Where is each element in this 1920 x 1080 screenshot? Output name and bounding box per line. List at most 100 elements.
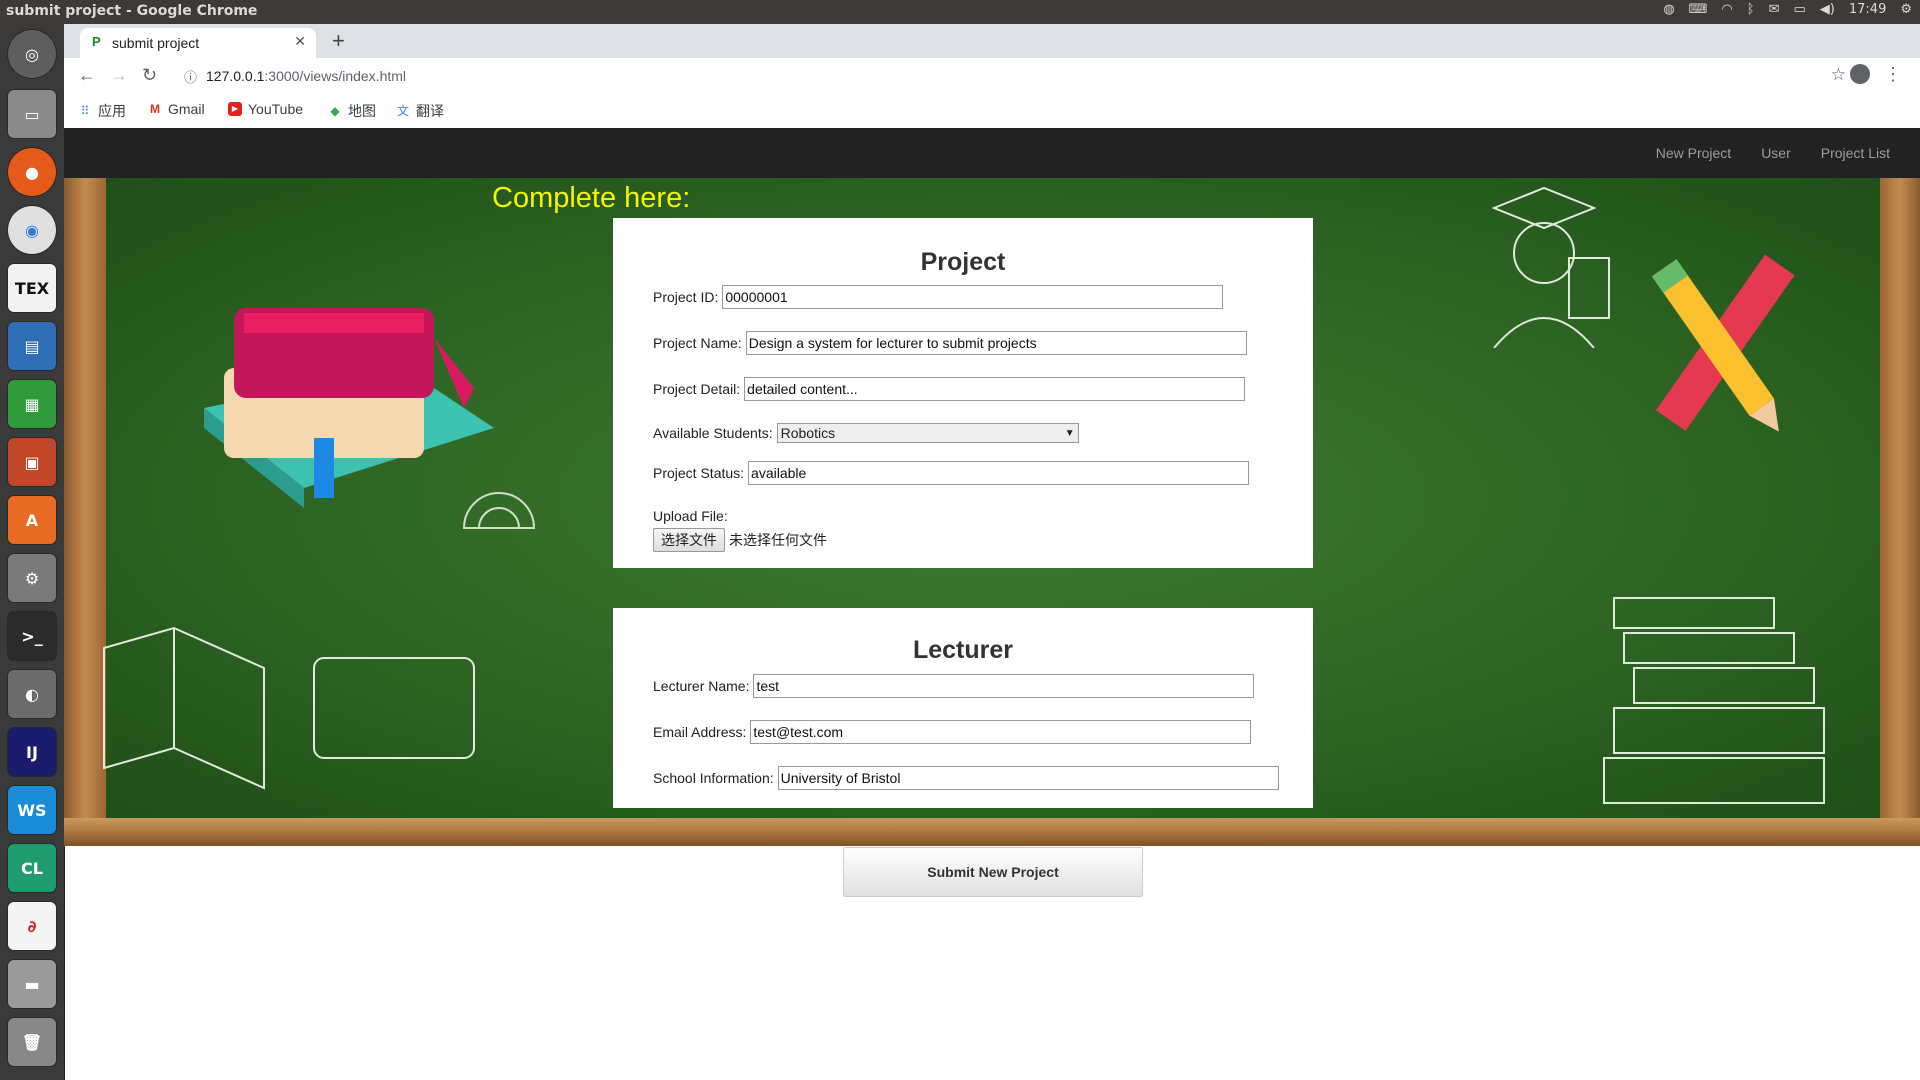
os-top-panel: submit project - Google Chrome ◍ ⌨ ◠ ᛒ ✉… (0, 0, 1920, 24)
address-bar[interactable]: ⓘ 127.0.0.1:3000/views/index.html ☆ (178, 62, 1858, 90)
lecturer-name-row: Lecturer Name: (653, 674, 1255, 698)
book-stack-illustration (1603, 597, 1825, 804)
clock[interactable]: 17:49 (1849, 2, 1886, 17)
system-settings-icon[interactable]: ⚙ (8, 554, 56, 602)
browser-tab[interactable]: P submit project ✕ (80, 28, 316, 58)
tab-close-icon[interactable]: ✕ (294, 33, 306, 50)
submit-new-project-button[interactable]: Submit New Project (843, 847, 1143, 897)
back-arrow-icon[interactable]: ← (78, 65, 96, 86)
url-path: :3000/views/index.html (264, 68, 407, 84)
maps-icon: ◆ (330, 104, 340, 118)
project-name-input[interactable] (745, 331, 1247, 355)
software-center-icon[interactable]: A (8, 496, 56, 544)
email-address-label: Email Address: (653, 724, 747, 740)
lecturer-name-input[interactable] (753, 674, 1255, 698)
impress-icon[interactable]: ▣ (8, 438, 56, 486)
board-ledge (64, 818, 1920, 846)
settings-gear-icon[interactable]: ⚙ (1900, 2, 1912, 17)
browser-toolbar: ← → ↻ ⓘ 127.0.0.1:3000/views/index.html … (64, 58, 1920, 94)
translate-icon: 文 (396, 104, 409, 118)
lecturer-name-label: Lecturer Name: (653, 678, 750, 694)
file-picker-row: 选择文件 未选择任何文件 (653, 528, 827, 552)
clion-icon[interactable]: CL (8, 844, 56, 892)
project-id-input[interactable] (722, 285, 1224, 309)
available-students-label: Available Students: (653, 425, 773, 441)
chrome-icon[interactable]: ◉ (8, 206, 56, 254)
bookmark-star-icon[interactable]: ☆ (1831, 65, 1846, 85)
no-file-text: 未选择任何文件 (729, 533, 827, 549)
intellij-icon[interactable]: IJ (8, 728, 56, 776)
reload-icon[interactable]: ↻ (142, 65, 157, 86)
board-frame-right (1880, 178, 1920, 846)
battery-icon[interactable]: ▭ (1794, 2, 1806, 17)
url-text: 127.0.0.1:3000/views/index.html (206, 68, 406, 84)
document-viewer-icon[interactable]: ∂ (8, 902, 56, 950)
upload-file-label: Upload File: (653, 508, 728, 524)
trash-icon[interactable]: 🗑 (8, 1018, 56, 1066)
account-avatar-icon[interactable] (1850, 64, 1870, 84)
project-detail-input[interactable] (744, 377, 1246, 401)
sketched-books-illustration (103, 626, 475, 790)
disk-icon[interactable]: ▬ (8, 960, 56, 1008)
volume-icon[interactable]: ◀) (1820, 2, 1835, 17)
wifi-icon[interactable]: ◠ (1721, 2, 1732, 17)
firefox-icon[interactable]: ● (8, 148, 56, 196)
terminal-icon[interactable]: >_ (8, 612, 56, 660)
choose-file-button[interactable]: 选择文件 (653, 528, 725, 552)
calc-icon[interactable]: ▦ (8, 380, 56, 428)
school-info-label: School Information: (653, 770, 774, 786)
web-page: New Project User Project List Complete h… (64, 128, 1920, 1080)
apps-grid-icon: ⠿ (80, 104, 90, 118)
nav-link-new-project[interactable]: New Project (1656, 145, 1731, 161)
graduate-illustration (1491, 186, 1610, 348)
project-detail-row: Project Detail: (653, 377, 1246, 401)
files-icon[interactable]: ▭ (8, 90, 56, 138)
bookmark-label: 翻译 (416, 103, 444, 119)
available-students-row: Available Students: Robotics ▼ (653, 423, 1079, 443)
bookmark-gmail[interactable]: M Gmail (148, 101, 205, 117)
kebab-menu-icon[interactable]: ⋮ (1884, 64, 1902, 85)
bookmark-youtube[interactable]: ▶ YouTube (228, 101, 303, 117)
nav-link-project-list[interactable]: Project List (1821, 145, 1890, 161)
youtube-icon: ▶ (228, 102, 242, 116)
window-title: submit project - Google Chrome (6, 3, 258, 19)
new-tab-button[interactable]: + (332, 28, 345, 54)
project-status-row: Project Status: (653, 461, 1250, 485)
bluetooth-icon[interactable]: ᛒ (1747, 2, 1755, 17)
school-info-input[interactable] (777, 766, 1279, 790)
writer-icon[interactable]: ▤ (8, 322, 56, 370)
bookmark-label: 应用 (98, 103, 126, 119)
tab-strip: P submit project ✕ + (64, 24, 1920, 58)
bookmark-apps[interactable]: ⠿ 应用 (78, 101, 126, 121)
url-host: 127.0.0.1 (206, 68, 265, 84)
page-heading: Complete here: (492, 182, 691, 214)
network-status-icon[interactable]: ◍ (1663, 2, 1674, 17)
bookmark-maps[interactable]: ◆ 地图 (328, 101, 376, 121)
pencil-ruler-illustration (1651, 254, 1795, 432)
webstorm-icon[interactable]: WS (8, 786, 56, 834)
project-id-row: Project ID: (653, 285, 1224, 309)
mail-icon[interactable]: ✉ (1769, 2, 1780, 17)
app-launcher: ◎ ▭ ● ◉ TEX ▤ ▦ ▣ A ⚙ >_ ◐ IJ WS CL ∂ ▬ … (0, 24, 65, 1080)
school-info-row: School Information: (653, 766, 1279, 790)
keyboard-icon[interactable]: ⌨ (1689, 2, 1708, 17)
site-info-icon[interactable]: ⓘ (184, 67, 197, 86)
available-students-select[interactable]: Robotics ▼ (776, 423, 1079, 443)
tab-favicon: P (92, 34, 101, 49)
bookmark-translate[interactable]: 文翻译 (396, 101, 444, 121)
project-status-input[interactable] (748, 461, 1250, 485)
lecturer-card: Lecturer Lecturer Name: Email Address: S… (613, 608, 1313, 808)
forward-arrow-icon[interactable]: → (110, 65, 128, 86)
bookmark-label: YouTube (248, 101, 304, 117)
system-tray: ◍ ⌨ ◠ ᛒ ✉ ▭ ◀) 17:49 ⚙ (1663, 2, 1912, 17)
texmaker-icon[interactable]: TEX (8, 264, 56, 312)
bookmark-label: Gmail (168, 101, 205, 117)
gimp-icon[interactable]: ◐ (8, 670, 56, 718)
ubuntu-dash-icon[interactable]: ◎ (8, 30, 56, 78)
project-card-title: Project (920, 248, 1006, 276)
tab-title: submit project (112, 35, 200, 51)
project-detail-label: Project Detail: (653, 381, 741, 397)
bookmarks-bar: ⠿ 应用 M Gmail ▶ YouTube ◆ 地图 文翻译 (64, 94, 1920, 129)
email-address-input[interactable] (750, 720, 1252, 744)
nav-link-user[interactable]: User (1761, 145, 1791, 161)
